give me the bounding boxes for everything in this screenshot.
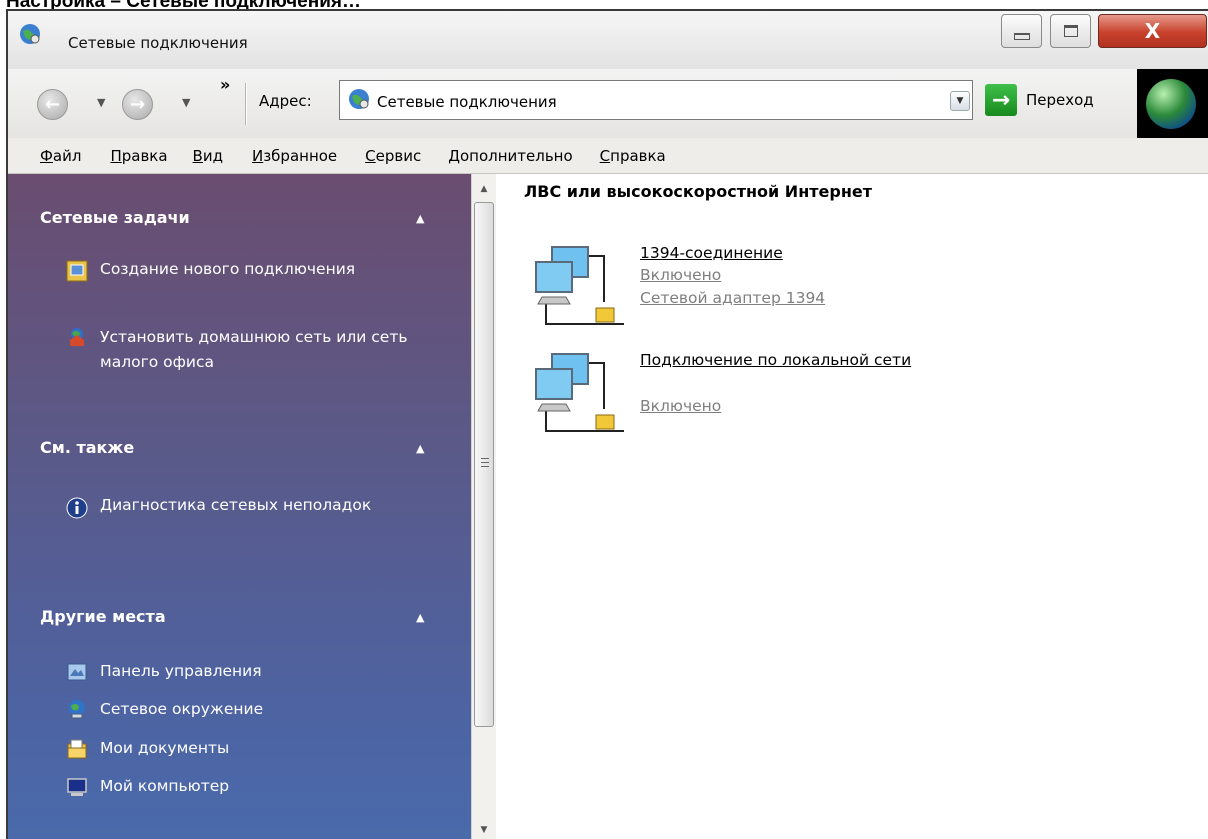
- collapse-arrow-icon[interactable]: ▲: [416, 212, 424, 225]
- toolbar-separator: [245, 83, 247, 125]
- menu-help[interactable]: Справка: [598, 147, 668, 165]
- scroll-down-button[interactable]: ▼: [472, 819, 496, 839]
- section-see-also-title[interactable]: См. также: [40, 438, 134, 457]
- maximize-button[interactable]: [1050, 14, 1091, 48]
- go-label: Переход: [1026, 91, 1094, 109]
- maximize-icon: [1063, 25, 1078, 37]
- close-button[interactable]: X: [1098, 14, 1207, 48]
- my-documents-icon: [67, 739, 87, 759]
- connection-name[interactable]: Подключение по локальной сети: [640, 349, 940, 372]
- section-other-places-title[interactable]: Другие места: [40, 607, 166, 626]
- chevron-down-icon: ▼: [956, 96, 964, 106]
- menu-tools[interactable]: Сервис: [363, 147, 423, 165]
- new-connection-icon: [66, 260, 88, 282]
- menu-file[interactable]: Файл: [38, 147, 83, 165]
- back-button[interactable]: ←: [37, 89, 68, 120]
- my-documents-link[interactable]: Мои документы: [100, 736, 440, 761]
- network-places-link[interactable]: Сетевое окружение: [100, 697, 440, 722]
- connections-list: ЛВС или высокоскоростной Интернет 1394-с…: [496, 174, 1208, 839]
- title-bar[interactable]: Сетевые подключения X: [8, 11, 1208, 69]
- connection-item[interactable]: 1394-соединение Включено Сетевой адаптер…: [532, 242, 1132, 342]
- forward-arrow-icon: →: [129, 94, 146, 115]
- toolbar-overflow-chevron[interactable]: »: [220, 75, 230, 94]
- go-arrow-icon: →: [985, 84, 1017, 116]
- info-icon: [66, 497, 88, 519]
- minimize-icon: [1013, 32, 1030, 40]
- forward-button[interactable]: →: [122, 89, 153, 120]
- forward-history-dropdown[interactable]: ▼: [182, 96, 190, 109]
- connection-status: Включено: [640, 266, 722, 284]
- menu-advanced[interactable]: Дополнительно: [446, 147, 574, 165]
- collapse-arrow-icon[interactable]: ▲: [416, 442, 424, 455]
- minimize-button[interactable]: [1001, 14, 1042, 48]
- address-value: Сетевые подключения: [377, 93, 557, 111]
- address-label: Адрес:: [259, 92, 312, 110]
- address-toolbar: ← ▼ → ▼ » Адрес: Сетевые подключения ▼ →…: [8, 69, 1208, 138]
- grip-icon: [481, 458, 489, 470]
- task-pane: Сетевые задачи ▲ Создание нового подключ…: [8, 174, 471, 839]
- section-network-tasks-title[interactable]: Сетевые задачи: [40, 208, 190, 227]
- back-history-dropdown[interactable]: ▼: [97, 96, 105, 109]
- menu-view[interactable]: Вид: [191, 147, 225, 165]
- menu-edit[interactable]: Правка: [108, 147, 169, 165]
- connection-item[interactable]: Подключение по локальной сети Включено: [532, 349, 1132, 449]
- task-pane-scrollbar[interactable]: ▲ ▼: [471, 174, 496, 839]
- scroll-up-button[interactable]: ▲: [472, 178, 496, 200]
- scroll-up-icon: ▲: [480, 184, 488, 194]
- scroll-down-icon: ▼: [480, 825, 488, 835]
- network-places-icon: [69, 700, 85, 719]
- control-panel-icon: [67, 663, 87, 681]
- scrollbar-thumb[interactable]: [474, 202, 494, 727]
- address-dropdown-button[interactable]: ▼: [950, 91, 970, 111]
- create-new-connection-link[interactable]: Создание нового подключения: [100, 257, 440, 282]
- network-connections-window: Сетевые подключения X ← ▼ → ▼ » Адрес: С…: [6, 9, 1208, 839]
- network-diagnostics-link[interactable]: Диагностика сетевых неполадок: [100, 493, 440, 518]
- back-arrow-icon: ←: [44, 94, 61, 115]
- network-connection-icon: [535, 353, 624, 432]
- menu-bar: Файл Правка Вид Избранное Сервис Дополни…: [8, 138, 1208, 174]
- network-connection-icon: [535, 246, 624, 325]
- close-icon: X: [1144, 19, 1161, 43]
- network-connections-icon: [349, 89, 369, 109]
- menu-favorites[interactable]: Избранное: [250, 147, 339, 165]
- windows-throbber: [1137, 69, 1208, 138]
- group-header: ЛВС или высокоскоростной Интернет: [524, 182, 872, 201]
- my-computer-link[interactable]: Мой компьютер: [100, 774, 440, 799]
- control-panel-link[interactable]: Панель управления: [100, 659, 440, 684]
- my-computer-icon: [67, 778, 87, 796]
- setup-home-network-link[interactable]: Установить домашнюю сеть или сеть малого…: [100, 325, 440, 375]
- go-button[interactable]: → Переход: [985, 80, 1094, 120]
- network-connections-icon: [20, 24, 40, 44]
- connection-name[interactable]: 1394-соединение: [640, 242, 940, 265]
- address-field[interactable]: Сетевые подключения ▼: [339, 80, 973, 120]
- globe-icon: [1146, 79, 1196, 129]
- connection-status: Включено: [640, 397, 722, 415]
- home-network-wizard-icon: [70, 328, 84, 346]
- collapse-arrow-icon[interactable]: ▲: [416, 611, 424, 624]
- window-title: Сетевые подключения: [68, 34, 248, 52]
- connection-device: Сетевой адаптер 1394: [640, 289, 826, 307]
